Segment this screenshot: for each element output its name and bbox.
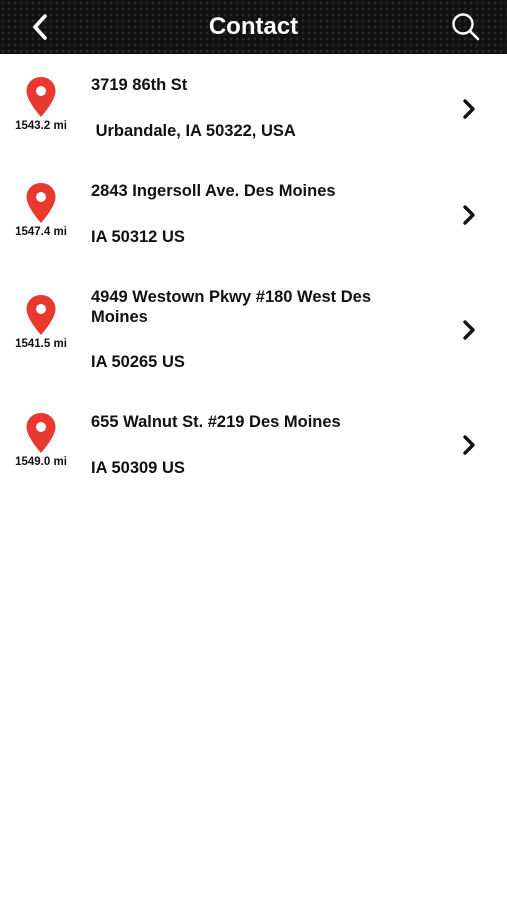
location-item[interactable]: 1547.4 mi 2843 Ingersoll Ave. Des Moines… [0,160,507,268]
location-item[interactable]: 1549.0 mi 655 Walnut St. #219 Des Moines… [0,392,507,502]
location-item[interactable]: 1541.5 mi 4949 Westown Pkwy #180 West De… [0,268,507,392]
chevron-right-icon [463,205,475,225]
location-marker: 1543.2 mi [10,76,72,132]
chevron-right-icon [463,320,475,340]
location-list: 1543.2 mi 3719 86th St Urbandale, IA 503… [0,54,507,502]
distance-label: 1549.0 mi [15,456,67,468]
location-item[interactable]: 1543.2 mi 3719 86th St Urbandale, IA 503… [0,54,507,160]
map-pin-icon [26,413,56,453]
chevron-right-icon [463,99,475,119]
distance-label: 1547.4 mi [15,226,67,238]
address-line2: IA 50312 US [91,228,185,246]
address-line1: 3719 86th St [91,76,188,94]
address-line2: IA 50309 US [91,459,185,477]
map-pin-icon [26,77,56,117]
location-marker: 1549.0 mi [10,412,72,468]
address-line2: IA 50265 US [91,353,185,371]
address-line1: 4949 Westown Pkwy #180 West Des Moines [91,288,372,326]
search-button[interactable] [449,10,483,44]
address-line1: 2843 Ingersoll Ave. Des Moines [91,182,336,200]
distance-label: 1541.5 mi [15,338,67,350]
distance-label: 1543.2 mi [15,120,67,132]
contact-screen: Contact 1543.2 mi 3719 86th St Urbandale… [0,0,507,900]
map-pin-icon [26,295,56,335]
page-title: Contact [208,13,299,40]
location-marker: 1547.4 mi [10,182,72,238]
location-marker: 1541.5 mi [10,294,72,350]
chevron-left-icon [33,14,47,40]
chevron-right-icon [463,435,475,455]
back-button[interactable] [22,9,58,45]
search-icon [452,13,480,41]
top-bar: Contact [0,0,507,54]
address-line2: Urbandale, IA 50322, USA [91,122,296,140]
map-pin-icon [26,183,56,223]
address-line1: 655 Walnut St. #219 Des Moines [91,413,341,431]
